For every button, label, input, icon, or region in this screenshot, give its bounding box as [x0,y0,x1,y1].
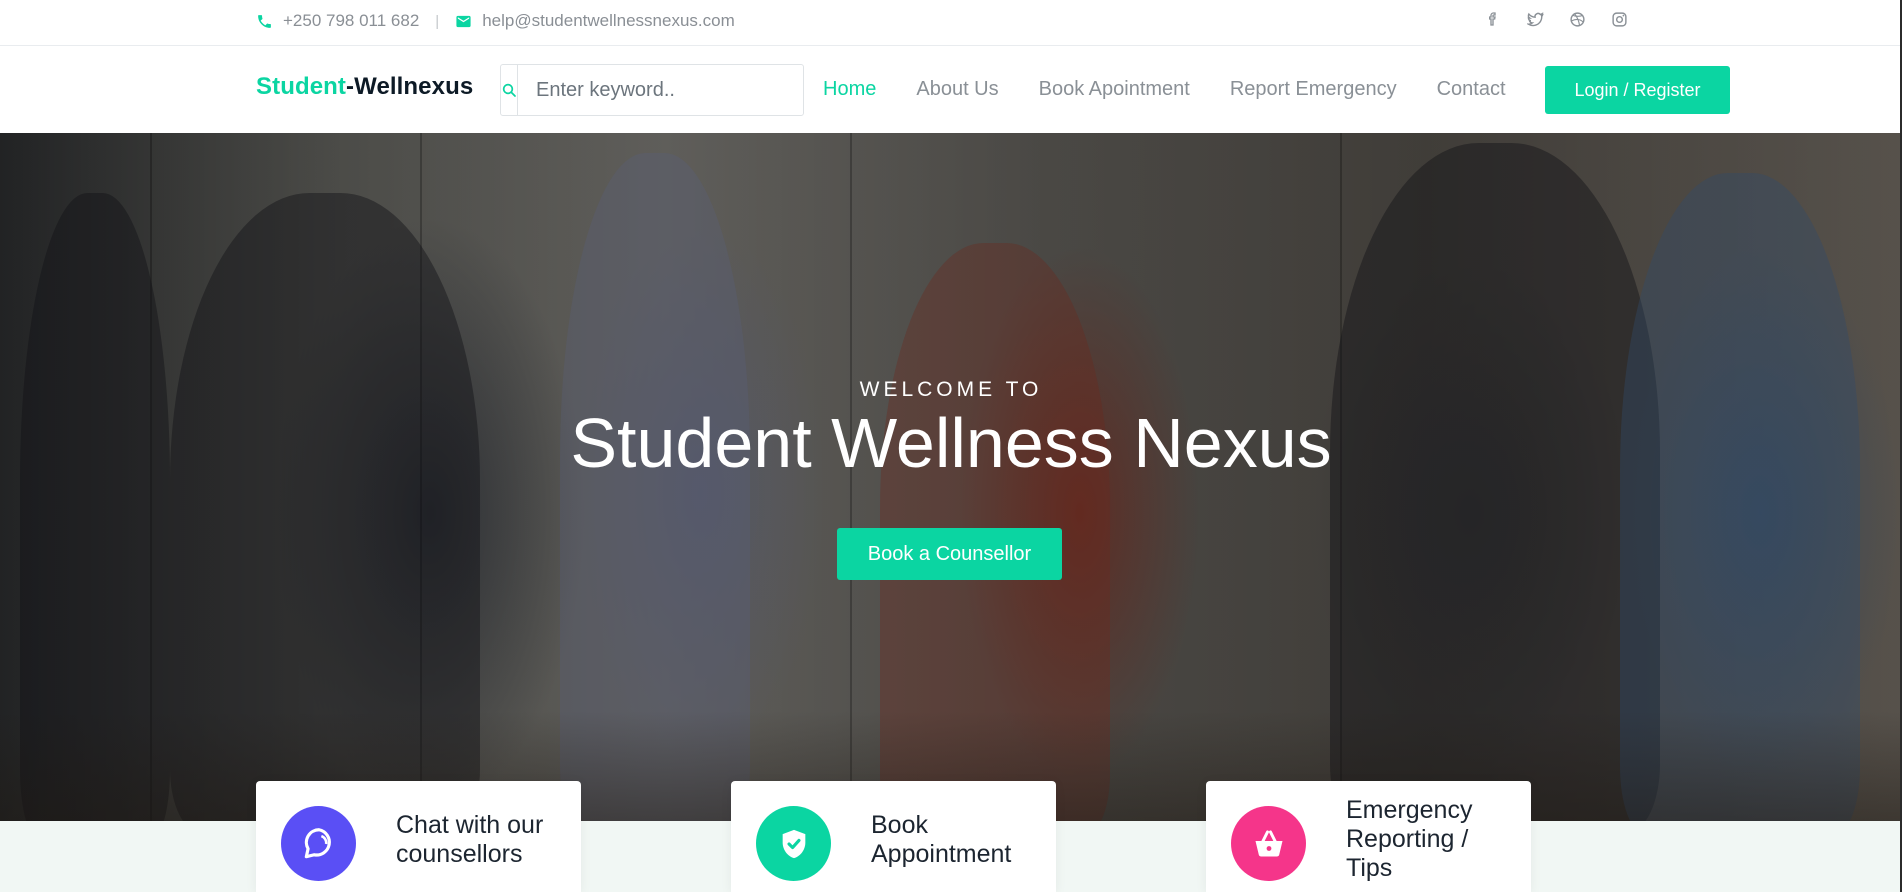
chat-icon [281,806,356,881]
feature-chat-text: Chat with our counsellors [396,811,543,869]
hero-banner: WELCOME TO Student Wellness Nexus Book a… [0,133,1902,821]
instagram-icon[interactable] [1609,9,1629,29]
phone-icon [256,13,273,30]
nav-link-report-emergency[interactable]: Report Emergency [1230,78,1397,101]
search-box [500,64,819,116]
book-counsellor-button[interactable]: Book a Counsellor [837,528,1062,580]
feature-emergency-text: Emergency Reporting / Tips [1346,796,1472,883]
twitter-icon[interactable] [1525,9,1545,29]
feature-card-chat[interactable]: Chat with our counsellors [256,781,581,892]
dribbble-icon[interactable] [1567,9,1587,29]
login-register-button[interactable]: Login / Register [1545,66,1730,114]
brand-rest: -Wellnexus [346,73,474,100]
search-icon[interactable] [501,65,518,115]
social-links [1483,9,1629,29]
feature-book-line2: Appointment [871,840,1012,868]
brand-accent: Student [256,73,347,100]
feature-chat-line2: counsellors [396,840,523,868]
email-address[interactable]: help@studentwellnessnexus.com [482,11,735,31]
feature-chat-line1: Chat with our [396,811,544,839]
nav-link-contact[interactable]: Contact [1437,78,1506,101]
email-icon [455,13,472,30]
nav-link-book-appointment[interactable]: Book Apointment [1039,78,1190,101]
contact-info: +250 798 011 682 | help@studentwellnessn… [256,0,735,42]
nav-menu: Home About Us Book Apointment Report Eme… [823,46,1506,133]
nav-link-about-us[interactable]: About Us [916,78,998,101]
feature-emergency-line3: Tips [1346,854,1393,882]
feature-book-line1: Book [871,811,928,839]
facebook-icon[interactable] [1483,9,1503,29]
feature-card-book-appointment[interactable]: Book Appointment [731,781,1056,892]
phone-number[interactable]: +250 798 011 682 [283,11,419,31]
hero-welcome-text: WELCOME TO [859,378,1043,401]
hero-title: Student Wellness Nexus [570,404,1332,482]
search-input[interactable] [518,65,819,115]
top-bar: +250 798 011 682 | help@studentwellnessn… [0,0,1902,46]
page: +250 798 011 682 | help@studentwellnessn… [0,0,1902,892]
shield-check-icon [756,806,831,881]
basket-icon [1231,806,1306,881]
feature-card-emergency[interactable]: Emergency Reporting / Tips [1206,781,1531,892]
nav-link-home[interactable]: Home [823,78,876,101]
feature-book-text: Book Appointment [871,811,1011,869]
feature-emergency-line1: Emergency [1346,796,1473,824]
site-logo[interactable]: Student-Wellnexus [256,73,473,101]
contact-separator: | [435,12,440,30]
main-navbar: Student-Wellnexus Home About Us Book Apo… [0,46,1902,133]
feature-emergency-line2: Reporting / [1346,825,1469,853]
